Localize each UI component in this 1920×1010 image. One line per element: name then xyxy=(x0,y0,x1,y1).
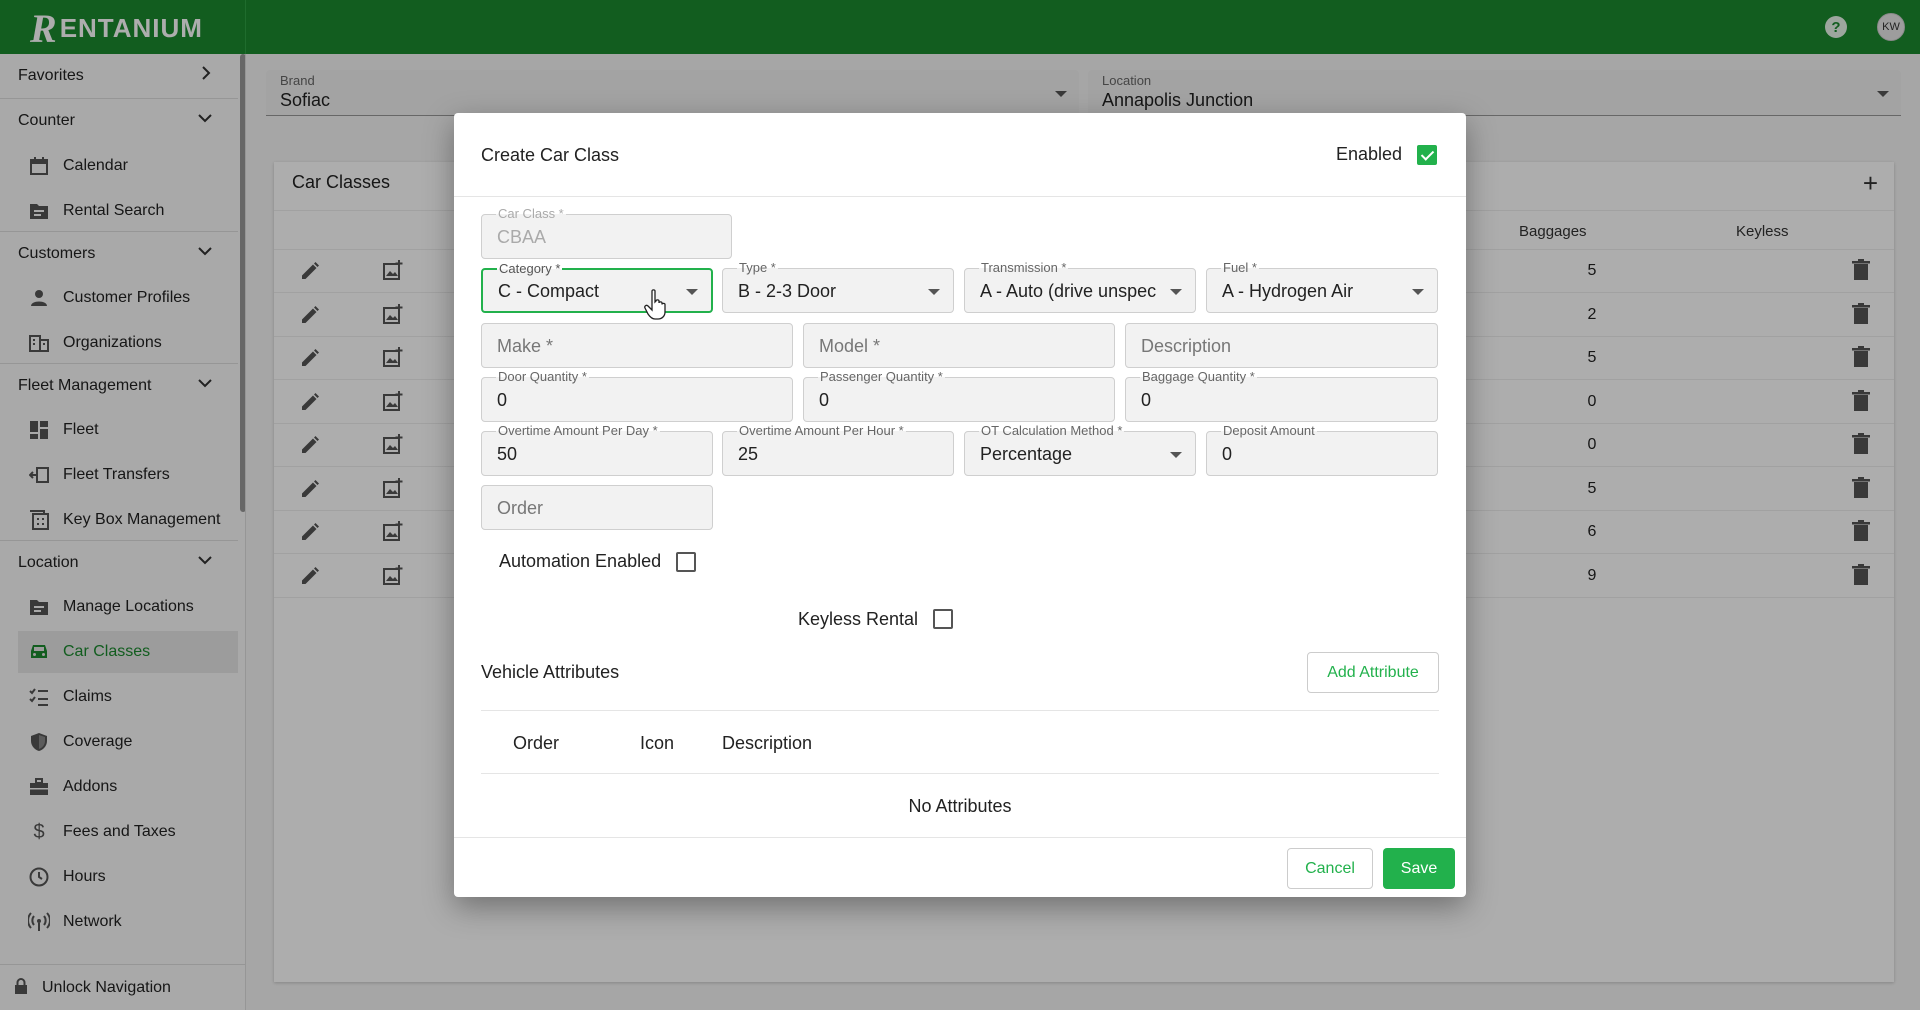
dropdown-arrow-icon xyxy=(1170,452,1182,458)
dropdown-arrow-icon xyxy=(686,289,698,295)
category-select[interactable]: Category * C - Compact xyxy=(481,262,713,313)
no-attributes-message: No Attributes xyxy=(908,796,1012,816)
door-quantity-input[interactable]: Door Quantity * 0 xyxy=(481,370,793,422)
save-button[interactable]: Save xyxy=(1383,848,1455,889)
overtime-per-hour-label: Overtime Amount Per Hour * xyxy=(737,423,906,438)
enabled-label: Enabled xyxy=(1336,144,1403,164)
automation-enabled-label: Automation Enabled xyxy=(499,551,662,571)
baggage-quantity-label: Baggage Quantity * xyxy=(1140,369,1257,384)
dialog-title: Create Car Class xyxy=(481,145,620,165)
passenger-quantity-input[interactable]: Passenger Quantity * 0 xyxy=(803,370,1115,422)
deposit-amount-input[interactable]: Deposit Amount 0 xyxy=(1206,424,1438,476)
dropdown-arrow-icon xyxy=(1170,289,1182,295)
hand-cursor-icon xyxy=(644,289,666,320)
description-input[interactable]: Description xyxy=(1125,323,1438,368)
car-class-field[interactable]: Car Class * CBAA xyxy=(481,207,732,259)
fuel-value: A - Hydrogen Air xyxy=(1222,281,1354,301)
car-class-label: Car Class * xyxy=(496,206,566,221)
dropdown-arrow-icon xyxy=(928,289,940,295)
category-value: C - Compact xyxy=(498,281,600,301)
type-value: B - 2-3 Door xyxy=(738,281,837,301)
description-placeholder: Description xyxy=(1141,336,1232,356)
baggage-quantity-value: 0 xyxy=(1141,390,1152,410)
passenger-quantity-value: 0 xyxy=(819,390,830,410)
attr-column-icon: Icon xyxy=(640,733,675,753)
attributes-header-divider xyxy=(481,773,1439,774)
ot-calculation-method-label: OT Calculation Method * xyxy=(979,423,1125,438)
vehicle-attributes-title: Vehicle Attributes xyxy=(481,662,620,682)
transmission-value: A - Auto (drive unspec xyxy=(980,281,1157,301)
transmission-select[interactable]: Transmission * A - Auto (drive unspec xyxy=(964,261,1196,313)
type-select[interactable]: Type * B - 2-3 Door xyxy=(722,261,954,313)
door-quantity-label: Door Quantity * xyxy=(496,369,589,384)
dropdown-arrow-icon xyxy=(1412,289,1424,295)
passenger-quantity-label: Passenger Quantity * xyxy=(818,369,945,384)
model-placeholder: Model * xyxy=(819,336,881,356)
overtime-per-day-label: Overtime Amount Per Day * xyxy=(496,423,660,438)
dialog-footer-divider xyxy=(454,837,1466,838)
keyless-rental-label: Keyless Rental xyxy=(798,609,919,629)
fuel-label: Fuel * xyxy=(1221,260,1259,275)
attr-column-description: Description xyxy=(722,733,813,753)
overtime-per-day-input[interactable]: Overtime Amount Per Day * 50 xyxy=(481,424,713,476)
make-placeholder: Make * xyxy=(497,336,554,356)
cancel-button[interactable]: Cancel xyxy=(1287,848,1373,889)
transmission-label: Transmission * xyxy=(979,260,1069,275)
door-quantity-value: 0 xyxy=(497,390,508,410)
deposit-amount-label: Deposit Amount xyxy=(1221,423,1317,438)
create-car-class-dialog: Create Car Class Enabled Car Class * CBA… xyxy=(454,113,1466,897)
dialog-divider xyxy=(454,196,1466,197)
make-input[interactable]: Make * xyxy=(481,323,793,368)
type-label: Type * xyxy=(737,260,778,275)
overtime-per-hour-value: 25 xyxy=(738,444,759,464)
attr-column-order: Order xyxy=(513,733,560,753)
deposit-amount-value: 0 xyxy=(1222,444,1233,464)
category-label: Category * xyxy=(497,261,563,276)
ot-calculation-method-select[interactable]: OT Calculation Method * Percentage xyxy=(964,424,1196,476)
keyless-rental-checkbox[interactable] xyxy=(933,609,953,629)
attributes-divider xyxy=(481,710,1439,711)
automation-enabled-checkbox[interactable] xyxy=(676,552,696,572)
order-placeholder: Order xyxy=(497,498,544,518)
car-class-value: CBAA xyxy=(497,227,547,247)
baggage-quantity-input[interactable]: Baggage Quantity * 0 xyxy=(1125,370,1438,422)
order-input[interactable]: Order xyxy=(481,485,713,530)
overtime-per-hour-input[interactable]: Overtime Amount Per Hour * 25 xyxy=(722,424,954,476)
enabled-checkbox[interactable] xyxy=(1417,145,1437,165)
fuel-select[interactable]: Fuel * A - Hydrogen Air xyxy=(1206,261,1438,313)
ot-calculation-method-value: Percentage xyxy=(980,444,1073,464)
model-input[interactable]: Model * xyxy=(803,323,1115,368)
overtime-per-day-value: 50 xyxy=(497,444,518,464)
add-attribute-button[interactable]: Add Attribute xyxy=(1307,652,1439,693)
